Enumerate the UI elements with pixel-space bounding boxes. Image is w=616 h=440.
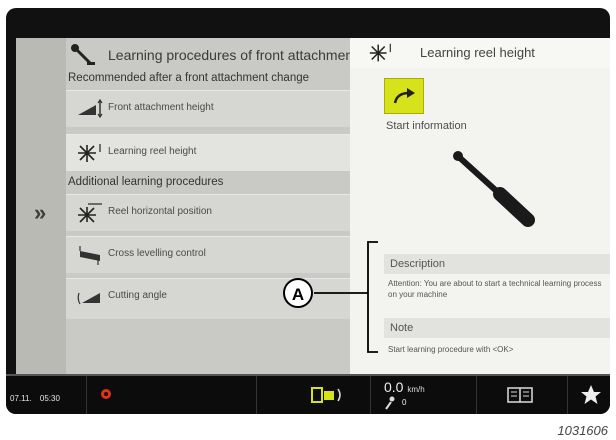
cutting-angle-icon	[77, 292, 100, 305]
machine-display: » Learning procedures of front attachmen…	[6, 8, 610, 414]
start-information-label: Start information	[386, 120, 467, 132]
status-bar: 07.11. 05:30 0.0 km/h 0	[6, 374, 610, 414]
panel-title: Learning reel height	[350, 38, 610, 68]
learning-procedures-panel: » Learning procedures of front attachmen…	[16, 38, 350, 378]
speed-unit: km/h	[407, 385, 425, 394]
turn-arrow-icon	[393, 88, 415, 104]
callout-bracket	[314, 241, 378, 353]
recommended-label: Recommended after a front attachment cha…	[68, 72, 310, 84]
reel-height-icon	[369, 43, 391, 62]
screwdriver-icon	[453, 151, 535, 227]
panel-title: Learning procedures of front attachmen	[66, 44, 350, 68]
list-item-cross-levelling-control[interactable]: Cross levelling control	[66, 236, 350, 273]
time: 05:30	[39, 394, 60, 403]
list-item-reel-horizontal-position[interactable]: Reel horizontal position	[66, 194, 350, 231]
book-cell	[476, 376, 568, 414]
wrench-icon	[71, 44, 95, 65]
attachment-status-cell	[256, 376, 371, 414]
front-attachment-status-icon[interactable]	[308, 385, 344, 405]
note-text: Start learning procedure with <OK>	[388, 345, 514, 354]
person-icon	[385, 396, 395, 410]
book-icon[interactable]	[507, 386, 533, 404]
reel-horizontal-icon	[78, 203, 102, 223]
description-text: Attention: You are about to start a tech…	[388, 279, 602, 299]
front-attachment-height-icon	[78, 99, 103, 119]
callout-a-label: A	[283, 278, 313, 308]
alert-cell	[86, 376, 257, 414]
note-heading: Note	[384, 318, 610, 338]
list-item-front-attachment-height[interactable]: Front attachment height	[66, 90, 350, 127]
date: 07.11.	[10, 394, 32, 403]
date-time-cell: 07.11. 05:30	[6, 376, 87, 414]
secondary-value: 0	[402, 398, 407, 407]
reel-height-icon	[78, 144, 101, 162]
start-arrow-button[interactable]	[384, 78, 424, 114]
list-item-learning-reel-height[interactable]: Learning reel height	[66, 134, 350, 171]
star-icon[interactable]	[580, 384, 602, 406]
chevron-right-icon[interactable]: »	[34, 200, 46, 226]
reference-number: 1031606	[557, 423, 608, 438]
learning-reel-height-panel: Learning reel height Start information D…	[350, 38, 610, 378]
speed-value: 0.0	[384, 379, 404, 395]
cross-levelling-icon	[79, 246, 100, 265]
additional-label: Additional learning procedures	[68, 176, 224, 188]
warning-icon[interactable]	[100, 388, 112, 400]
description-heading: Description	[384, 254, 610, 274]
